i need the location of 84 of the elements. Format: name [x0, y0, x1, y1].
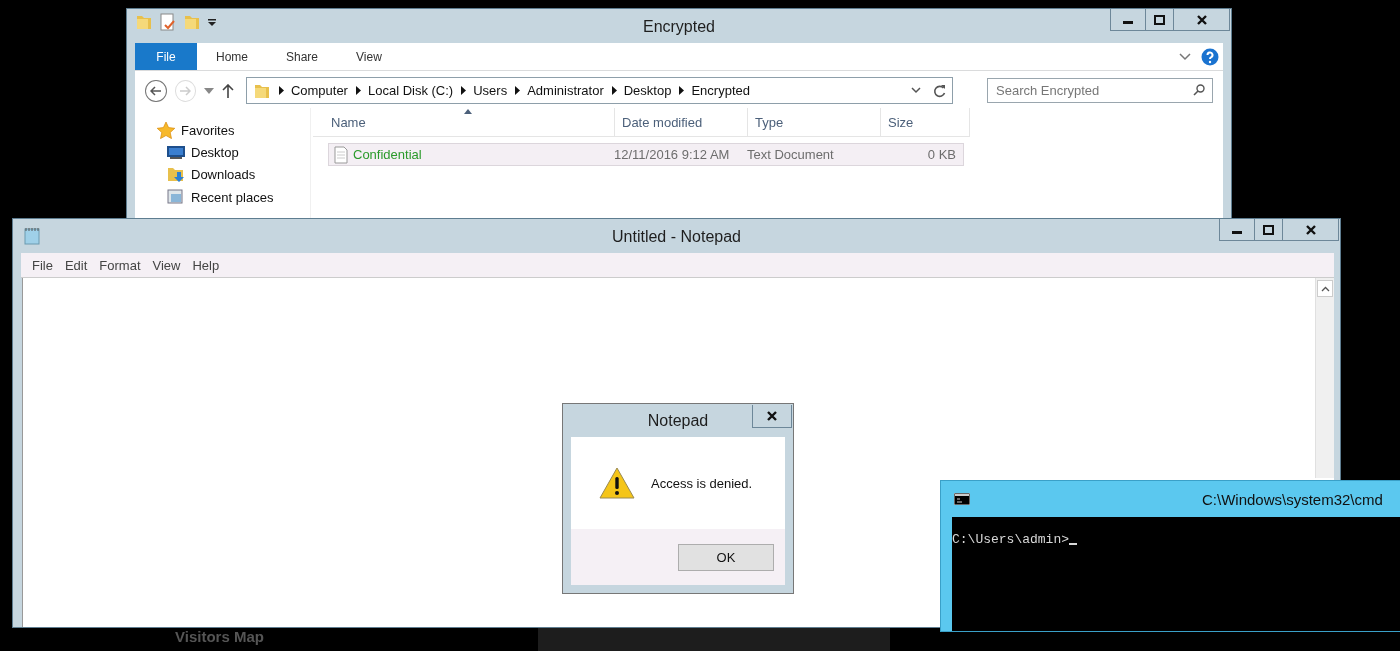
scroll-up-button[interactable] [1317, 280, 1333, 297]
size-cell-text: 0 KB [926, 147, 957, 162]
menu-item[interactable]: Format [93, 257, 147, 273]
breadcrumb-arrow-icon[interactable] [677, 86, 686, 95]
close-button[interactable] [1174, 9, 1230, 31]
dialog-title: Notepad [647, 411, 709, 430]
breadcrumb-item[interactable]: Users [473, 83, 508, 98]
breadcrumb-item[interactable]: Local Disk (C:) [367, 83, 454, 98]
chevron-down-icon[interactable] [1179, 52, 1191, 61]
chevron-up-icon [1320, 285, 1330, 292]
star-icon [157, 122, 175, 139]
download-folder-icon [167, 165, 185, 183]
address-bar[interactable]: Computer Local Disk (C:) Users Administrator Desktop Encrypted [245, 77, 953, 104]
breadcrumb-arrow-icon[interactable] [609, 86, 618, 95]
menu-item[interactable]: View [146, 257, 187, 273]
type-cell-text: Text Document [747, 147, 835, 162]
file-name: Confidential [329, 145, 614, 164]
breadcrumb-arrow-icon[interactable] [353, 86, 362, 95]
column-header[interactable]: Size [881, 108, 970, 136]
column-header[interactable]: Date modified [615, 108, 748, 136]
ok-button[interactable]: OK [678, 543, 774, 571]
nav-item[interactable]: Recent places [157, 188, 310, 206]
window-title: Encrypted [642, 17, 715, 36]
nav-item[interactable]: Desktop [157, 144, 310, 160]
notepad-icon [23, 227, 41, 245]
menu-item[interactable]: Edit [58, 257, 94, 273]
file-row[interactable]: Confidential 12/11/2016 9:12 AM Text Document 0 KB [328, 143, 964, 166]
close-icon [1196, 14, 1207, 25]
background-heading: Visitors Map [175, 628, 264, 645]
column-header[interactable]: Type [748, 108, 881, 136]
properties-icon[interactable] [159, 13, 177, 31]
terminal-icon [954, 493, 970, 505]
window-title: C:\Windows\system32\cmd [1202, 490, 1383, 508]
minimize-icon [1123, 21, 1133, 24]
warning-icon [599, 467, 635, 500]
menu-item[interactable]: File [26, 257, 59, 273]
column-header[interactable]: Name [313, 108, 615, 136]
refresh-icon[interactable] [933, 83, 946, 98]
maximize-button[interactable] [1255, 219, 1283, 241]
maximize-button[interactable] [1146, 9, 1174, 31]
sort-arrow-icon [463, 109, 472, 114]
search-field[interactable]: Search Encrypted [987, 78, 1213, 103]
ribbon-tab[interactable]: View [337, 43, 401, 70]
chevron-down-icon[interactable] [911, 87, 921, 94]
search-icon [1193, 84, 1205, 96]
new-folder-icon [183, 13, 201, 31]
minimize-button[interactable] [1219, 219, 1255, 241]
help-icon[interactable] [1201, 47, 1219, 66]
breadcrumb-item[interactable]: Desktop [623, 83, 672, 98]
folder-icon [135, 13, 153, 31]
recent-locations-icon[interactable] [204, 87, 215, 94]
breadcrumb-item[interactable]: Computer [290, 83, 348, 98]
breadcrumb-arrow-icon[interactable] [459, 86, 468, 95]
nav-item[interactable]: Downloads [157, 165, 310, 183]
close-icon [767, 411, 777, 421]
breadcrumb-item[interactable]: Encrypted [691, 83, 750, 98]
window-title: Untitled - Notepad [612, 227, 741, 246]
menu-item[interactable]: Help [186, 257, 226, 273]
recent-places-icon [167, 188, 185, 206]
forward-arrow-icon [179, 85, 192, 96]
maximize-icon [1263, 224, 1274, 235]
dropdown-icon[interactable] [207, 17, 217, 27]
favorites-label: Favorites [181, 123, 235, 138]
date-cell-text: 12/11/2016 9:12 AM [614, 147, 731, 162]
file-tab[interactable]: File [135, 43, 197, 70]
close-button[interactable] [1283, 219, 1339, 241]
breadcrumb-item[interactable]: Administrator [527, 83, 604, 98]
text-file-icon [334, 145, 348, 164]
maximize-icon [1154, 14, 1165, 25]
ribbon-tab[interactable]: Home [197, 43, 267, 70]
command-prompt-text: C:\Users\admin> [952, 532, 1078, 547]
breadcrumb-arrow-icon[interactable] [276, 86, 285, 95]
breadcrumb-arrow-icon[interactable] [513, 86, 522, 95]
ribbon-tab[interactable]: Share [267, 43, 338, 70]
up-arrow-icon[interactable] [222, 83, 234, 98]
dialog-message: Access is denied. [651, 475, 753, 491]
scrollbar[interactable] [1315, 278, 1334, 478]
close-icon [1305, 224, 1316, 235]
monitor-icon [167, 144, 185, 160]
minimize-button[interactable] [1110, 9, 1146, 31]
back-arrow-icon [149, 85, 162, 96]
minimize-icon [1232, 231, 1242, 234]
close-button[interactable] [752, 405, 792, 428]
favorites-heading[interactable]: Favorites [157, 122, 310, 139]
